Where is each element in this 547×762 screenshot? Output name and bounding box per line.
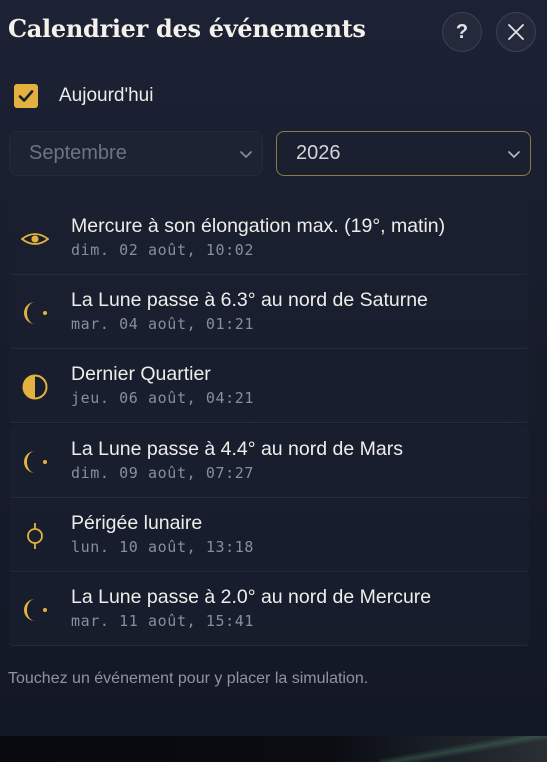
event-date: dim. 09 août, 07:27 [71,463,254,482]
event-date: mar. 04 août, 01:21 [71,315,254,334]
close-icon [508,24,524,40]
moon-conjunction-icon [24,598,47,621]
moon-conjunction-icon [24,450,47,473]
chevron-down-icon [240,151,252,159]
event-item[interactable]: La Lune passe à 4.4° au nord de Mars dim… [9,424,529,498]
event-title: Périgée lunaire [71,511,203,534]
perigee-icon [27,522,43,549]
event-item[interactable]: Périgée lunaire lun. 10 août, 13:18 [9,498,529,572]
today-label: Aujourd'hui [59,85,154,106]
event-date: dim. 02 août, 10:02 [71,241,254,259]
event-date: jeu. 06 août, 04:21 [71,389,254,408]
event-item[interactable]: Dernier Quartier jeu. 06 août, 04:21 [9,350,529,424]
event-item[interactable]: Mercure à son élongation max. (19°, mati… [9,202,529,275]
event-list: Mercure à son élongation max. (19°, mati… [9,202,529,647]
event-title: La Lune passe à 2.0° au nord de Mercure [71,585,432,608]
month-select[interactable]: Septembre [9,131,263,176]
sky-background [0,736,547,762]
eye-icon [21,233,49,245]
help-button[interactable]: ? [442,12,482,52]
year-select-value: 2026 [296,142,341,164]
event-title: Dernier Quartier [71,363,211,386]
event-item[interactable]: La Lune passe à 6.3° au nord de Saturne … [9,276,529,350]
today-checkbox[interactable] [14,84,38,108]
event-date: lun. 10 août, 13:18 [71,537,254,556]
event-title: Mercure à son élongation max. (19°, mati… [71,215,446,237]
event-date: mar. 11 août, 15:41 [71,611,254,630]
today-toggle[interactable]: Aujourd'hui [14,83,153,109]
event-title: La Lune passe à 4.4° au nord de Mars [71,437,403,460]
hint-text: Touchez un événement pour y placer la si… [8,670,369,687]
panel-title: Calendrier des événements [8,14,366,43]
close-button[interactable] [496,12,536,52]
last-quarter-icon [22,374,48,400]
year-select[interactable]: 2026 [276,131,531,176]
checkmark-icon [18,90,34,102]
events-panel: Calendrier des événements ? Aujourd'hui … [0,0,547,736]
sky-streak [380,736,547,762]
chevron-down-icon [508,151,520,159]
help-icon: ? [455,20,469,43]
moon-conjunction-icon [24,302,47,325]
event-title: La Lune passe à 6.3° au nord de Saturne [71,289,428,312]
event-item[interactable]: La Lune passe à 2.0° au nord de Mercure … [9,572,529,646]
month-select-value: Septembre [29,142,127,164]
